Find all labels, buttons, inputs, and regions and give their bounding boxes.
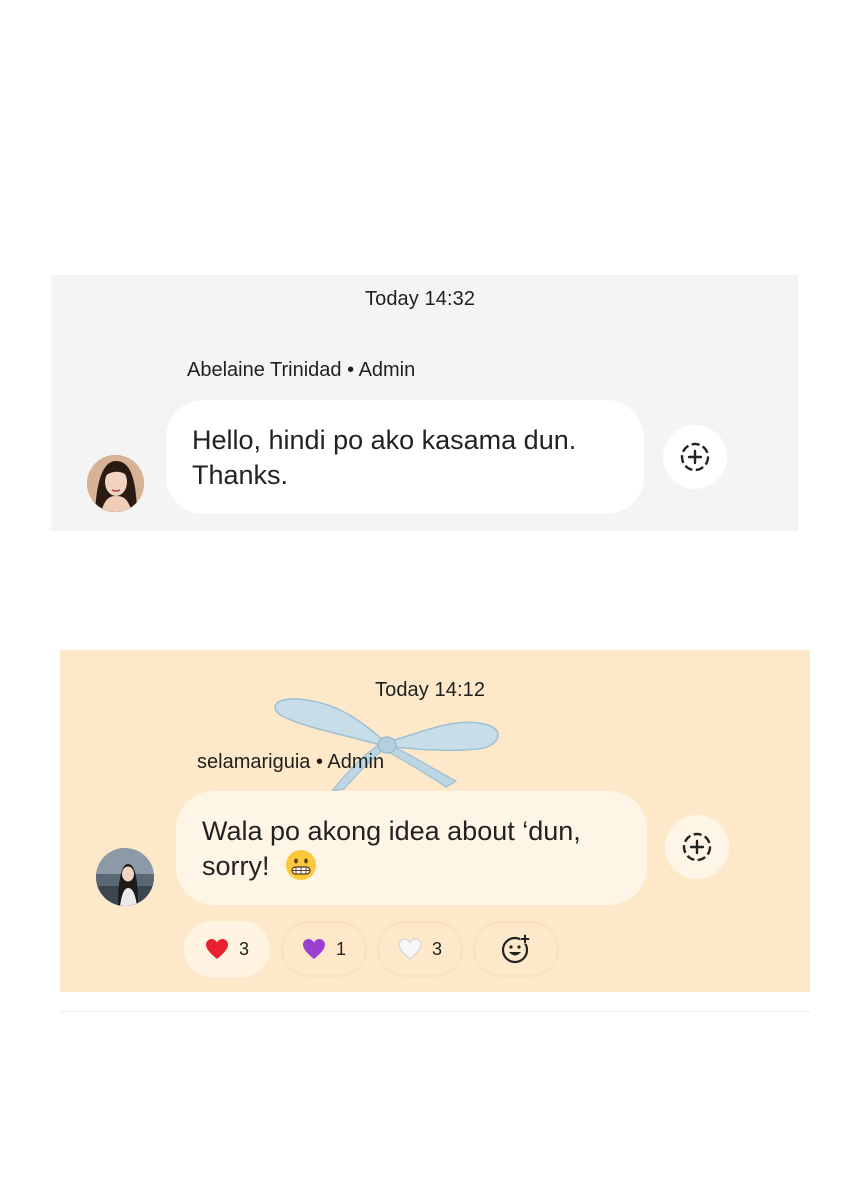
purple-heart-icon (302, 939, 325, 959)
reaction-purple-heart[interactable]: 1 (281, 921, 367, 977)
add-emoji-icon (501, 934, 530, 964)
add-reaction-icon (680, 442, 710, 472)
add-emoji-reaction-button[interactable] (473, 921, 559, 977)
message-panel-1: Today 14:32 Abelaine Trinidad • Admin He… (51, 275, 798, 531)
woman-portrait-avatar-icon (87, 455, 144, 512)
message-panel-2: Today 14:12 selamariguia • Admin Wala po… (60, 650, 810, 992)
reaction-red-heart[interactable]: 3 (184, 921, 270, 977)
white-heart-icon (398, 938, 422, 960)
grimacing-face-icon (286, 850, 317, 880)
message-bubble[interactable]: Hello, hindi po ako kasama dun. Thanks. (166, 400, 644, 514)
woman-beach-avatar-icon (96, 848, 154, 906)
message-bubble[interactable]: Wala po akong idea about ‘dun, sorry! (176, 791, 647, 905)
red-heart-icon (205, 939, 228, 959)
blue-ribbon-bow-icon (274, 698, 499, 792)
divider (60, 1011, 810, 1012)
reaction-count: 1 (335, 938, 346, 959)
sender-name[interactable]: Abelaine Trinidad • Admin (187, 359, 415, 382)
add-reaction-icon (682, 832, 712, 862)
message-text-line: Hello, hindi po ako kasama dun. (192, 425, 577, 455)
sender-avatar[interactable] (96, 848, 154, 906)
add-reaction-button[interactable] (663, 425, 727, 489)
reaction-count: 3 (431, 938, 442, 959)
message-timestamp: Today 14:32 (365, 288, 476, 310)
message-timestamp: Today 14:12 (375, 679, 486, 701)
message-text-line: Thanks. (192, 460, 289, 490)
message-text-line: Wala po akong idea about ‘dun, (202, 816, 581, 846)
reaction-count: 3 (238, 938, 249, 959)
message-text-line: sorry! (202, 851, 270, 881)
sender-name[interactable]: selamariguia • Admin (197, 751, 384, 774)
reaction-white-heart[interactable]: 3 (377, 921, 463, 977)
add-reaction-button[interactable] (665, 815, 729, 879)
sender-avatar[interactable] (87, 455, 144, 512)
